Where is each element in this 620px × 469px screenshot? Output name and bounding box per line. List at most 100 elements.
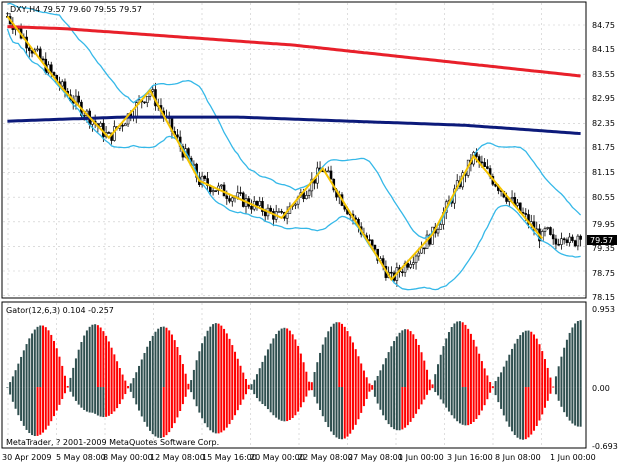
gator-lower-bar: [494, 387, 497, 396]
gator-lower-bar: [379, 387, 382, 410]
gator-upper-bar: [390, 346, 393, 388]
gator-upper-bar: [409, 331, 412, 388]
gator-lower-bar: [173, 387, 176, 424]
gator-lower-bar: [522, 387, 525, 440]
gator-upper-bar: [354, 349, 357, 388]
gator-upper-bar: [272, 338, 275, 388]
gator-lower-bar: [181, 387, 184, 405]
indicator-tick: 0.00: [592, 384, 610, 393]
gator-upper-bar: [184, 373, 187, 388]
gator-lower-bar: [184, 387, 187, 397]
main-chart-title: _DXY,H4 79.57 79.60 79.55 79.57: [5, 5, 142, 14]
gator-lower-bar: [88, 387, 91, 413]
gator-lower-bar: [94, 387, 97, 414]
gator-upper-bar: [417, 344, 420, 388]
copyright-text: MetaTrader, ? 2001-2009 MetaQuotes Softw…: [6, 438, 219, 447]
gator-upper-bar: [437, 364, 439, 388]
gator-upper-bar: [50, 334, 53, 388]
gator-upper-bar: [28, 338, 31, 388]
gator-upper-bar: [116, 361, 119, 388]
gator-upper-bar: [225, 333, 228, 388]
candle-body: [239, 192, 242, 194]
time-tick: 12 May 08:00: [150, 453, 205, 462]
chart-canvas[interactable]: _DXY,H4 79.57 79.60 79.55 79.57 Gator(12…: [0, 0, 620, 465]
gator-upper-bar: [140, 359, 143, 388]
gator-lower-bar: [217, 387, 220, 434]
gator-lower-bar: [398, 387, 401, 431]
gator-lower-bar: [96, 387, 99, 416]
gator-lower-bar: [159, 387, 162, 438]
candle-body: [551, 234, 555, 240]
gator-upper-bar: [247, 384, 250, 388]
gator-upper-bar: [346, 331, 349, 388]
price-tick: 79.95: [592, 220, 615, 229]
candle-body: [145, 96, 149, 103]
gator-lower-bar: [431, 387, 434, 389]
gator-upper-bar: [149, 340, 151, 388]
gator-upper-bar: [20, 356, 23, 388]
gator-upper-bar: [497, 376, 500, 388]
candle-body: [326, 170, 330, 173]
gator-upper-bar: [475, 346, 478, 388]
gator-lower-bar: [565, 387, 568, 417]
gator-upper-bar: [288, 330, 291, 388]
candle-body: [420, 247, 423, 254]
gator-upper-bar: [549, 377, 552, 388]
gator-upper-bar: [423, 360, 426, 388]
gator-upper-bar: [66, 385, 69, 388]
gator-upper-bar: [187, 383, 190, 388]
gator-lower-bar: [261, 387, 264, 405]
candle-body: [124, 123, 127, 127]
gator-lower-bar: [489, 387, 492, 393]
gator-lower-bar: [368, 387, 371, 392]
candle-body: [524, 213, 528, 215]
gator-lower-bar: [39, 387, 42, 435]
gator-upper-bar: [434, 374, 437, 388]
candle-body: [439, 224, 443, 230]
gator-lower-bar: [401, 387, 404, 430]
gator-lower-bar: [349, 387, 352, 434]
gator-lower-bar: [272, 387, 275, 416]
gator-lower-bar: [107, 387, 110, 416]
gator-upper-bar: [44, 327, 47, 388]
gator-lower-bar: [231, 387, 234, 420]
gator-lower-bar: [395, 387, 398, 431]
gator-lower-bar: [480, 387, 483, 411]
candle-body: [565, 239, 569, 243]
candle-body: [412, 262, 415, 265]
gator-lower-bar: [212, 387, 215, 433]
gator-lower-bar: [362, 387, 365, 407]
gator-upper-bar: [351, 342, 354, 388]
metatrader-chart-window: _DXY,H4 79.57 79.60 79.55 79.57 Gator(12…: [0, 0, 620, 465]
gator-upper-bar: [77, 349, 80, 388]
gator-upper-bar: [17, 363, 20, 388]
gator-upper-bar: [568, 332, 571, 388]
price-tick: 83.55: [592, 70, 615, 79]
gator-lower-bar: [387, 387, 390, 425]
gator-upper-bar: [571, 327, 574, 388]
gator-upper-bar: [31, 333, 34, 388]
gator-lower-bar: [124, 387, 127, 395]
gator-lower-bar: [190, 387, 193, 393]
gator-upper-bar: [154, 331, 157, 388]
gator-upper-bar: [264, 355, 267, 388]
gator-lower-bar: [146, 387, 149, 427]
price-tick: 78.15: [592, 293, 615, 302]
candle-body: [436, 229, 440, 234]
gator-upper-bar: [255, 374, 258, 388]
gator-upper-bar: [286, 328, 289, 388]
gator-upper-bar: [192, 369, 195, 388]
gator-lower-bar: [357, 387, 360, 420]
time-tick: 30 Apr 2009: [2, 453, 51, 462]
gator-lower-bar: [294, 387, 297, 416]
gator-lower-bar: [258, 387, 261, 402]
gator-lower-bar: [99, 387, 102, 417]
gator-upper-bar: [102, 331, 105, 388]
time-tick: 5 May 08:00: [56, 453, 106, 462]
gator-lower-bar: [113, 387, 116, 412]
gator-upper-bar: [393, 340, 396, 388]
gator-lower-bar: [533, 387, 535, 431]
gator-upper-bar: [94, 324, 97, 388]
gator-upper-bar: [483, 368, 486, 388]
gator-upper-bar: [338, 322, 341, 388]
